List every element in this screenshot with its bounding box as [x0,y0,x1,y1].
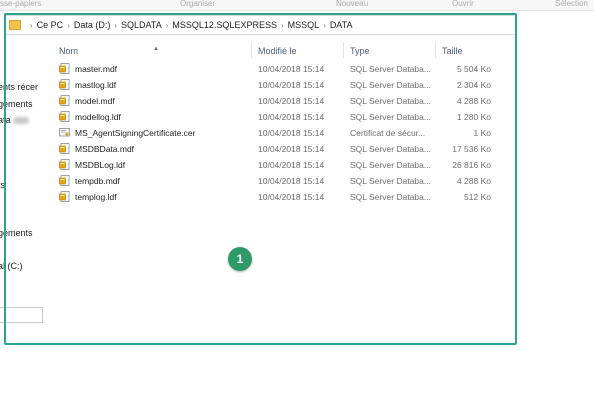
column-header-type[interactable]: Type [350,46,370,56]
file-size: 512 Ko [464,192,491,202]
nav-item-recent[interactable]: ents récer [0,82,38,92]
file-type: SQL Server Databa... [350,112,431,122]
breadcrumb-mssql[interactable]: MSSQL [288,20,320,30]
nav-item-downloads-2[interactable]: gements [0,228,33,238]
column-header-name[interactable]: Nom [59,46,78,56]
nav-item-downloads[interactable]: gements [0,99,33,109]
file-date: 10/04/2018 15:14 [258,160,325,170]
sql-db-file-icon [59,143,70,154]
file-name[interactable]: MSDBData.mdf [75,144,134,154]
sql-db-file-icon [59,63,70,74]
sql-db-file-icon [59,111,70,122]
nav-item-data-label: ata [0,115,11,125]
ribbon-label-clipboard[interactable]: sse-papiers [0,0,41,8]
navigation-pane: ents récer gements ata ts gements al (C:… [0,36,48,336]
breadcrumb-sqldata[interactable]: SQLDATA [121,20,162,30]
ribbon-label-select[interactable]: Sélection [555,0,588,8]
file-row[interactable]: modellog.ldf 10/04/2018 15:14 SQL Server D… [55,108,515,124]
file-date: 10/04/2018 15:14 [258,112,325,122]
file-type: SQL Server Databa... [350,64,431,74]
chevron-right-icon[interactable]: › [323,21,326,30]
file-name[interactable]: modellog.ldf [75,112,121,122]
chevron-right-icon[interactable]: › [281,21,284,30]
file-name[interactable]: templog.ldf [75,192,117,202]
sql-db-file-icon [59,175,70,186]
address-bar[interactable]: › Ce PC › Data (D:) › SQLDATA › MSSQL12.… [4,15,516,35]
column-divider[interactable] [343,42,344,58]
file-date: 10/04/2018 15:14 [258,80,325,90]
sql-db-file-icon [59,95,70,106]
file-name[interactable]: master.mdf [75,64,117,74]
breadcrumb-data[interactable]: DATA [330,20,353,30]
column-header-size[interactable]: Taille [442,46,463,56]
file-size: 4 288 Ko [456,96,491,106]
file-rows: master.mdf 10/04/2018 15:14 SQL Server Dat… [55,60,515,204]
file-type: SQL Server Databa... [350,144,431,154]
column-header-row: ▲ Nom Modifié le Type Taille [55,40,515,60]
file-type: SQL Server Databa... [350,80,431,90]
chevron-right-icon[interactable]: › [114,21,117,30]
ribbon-label-organize[interactable]: Organiser [180,0,215,8]
blurred-text [12,117,29,125]
file-type: SQL Server Databa... [350,160,431,170]
file-row[interactable]: mastlog.ldf 10/04/2018 15:14 SQL Server Da… [55,76,515,92]
sql-db-file-icon [59,79,70,90]
file-size: 1 280 Ko [456,112,491,122]
chevron-right-icon[interactable]: › [30,21,33,30]
file-row[interactable]: master.mdf 10/04/2018 15:14 SQL Server Dat… [55,60,515,76]
file-list: ▲ Nom Modifié le Type Taille master.mdf 1… [55,40,515,204]
file-row[interactable]: MSDBData.mdf 10/04/2018 15:14 SQL Server D… [55,140,515,156]
step-badge: 1 [228,247,252,271]
file-name[interactable]: MS_AgentSigningCertificate.cer [75,128,195,138]
folder-icon [9,20,21,30]
certificate-icon [59,127,70,138]
nav-item-documents[interactable]: ts [0,180,5,190]
file-date: 10/04/2018 15:14 [258,144,325,154]
file-type: Certificat de sécur... [350,128,426,138]
file-size: 4 288 Ko [456,176,491,186]
file-date: 10/04/2018 15:14 [258,96,325,106]
file-name[interactable]: tempdb.mdf [75,176,120,186]
ribbon-label-new[interactable]: Nouveau [336,0,368,8]
file-type: SQL Server Databa... [350,192,431,202]
file-date: 10/04/2018 15:14 [258,192,325,202]
file-name[interactable]: mastlog.ldf [75,80,116,90]
breadcrumb-data-drive[interactable]: Data (D:) [74,20,111,30]
breadcrumb-mssql12[interactable]: MSSQL12.SQLEXPRESS [172,20,277,30]
file-size: 26 816 Ko [452,160,491,170]
file-size: 5 504 Ko [456,64,491,74]
file-row[interactable]: templog.ldf 10/04/2018 15:14 SQL Server Da… [55,188,515,204]
file-size: 17 536 Ko [452,144,491,154]
file-name[interactable]: model.mdf [75,96,115,106]
column-divider[interactable] [251,42,252,58]
nav-item-data[interactable]: ata [0,115,29,125]
file-size: 1 Ko [473,128,492,138]
sort-up-icon: ▲ [153,46,159,52]
file-size: 2 304 Ko [456,80,491,90]
chevron-right-icon[interactable]: › [166,21,169,30]
file-row[interactable]: MSDBLog.ldf 10/04/2018 15:14 SQL Server Da… [55,156,515,172]
file-row[interactable]: MS_AgentSigningCertificate.cer 10/04/2018… [55,124,515,140]
file-row[interactable]: model.mdf 10/04/2018 15:14 SQL Server Data… [55,92,515,108]
sql-db-file-icon [59,159,70,170]
file-type: SQL Server Databa... [350,176,431,186]
nav-item-local-disk-c[interactable]: al (C:) [0,261,23,271]
sql-db-file-icon [59,191,70,202]
file-date: 10/04/2018 15:14 [258,128,325,138]
file-type: SQL Server Databa... [350,96,431,106]
file-date: 10/04/2018 15:14 [258,64,325,74]
column-header-date[interactable]: Modifié le [258,46,297,56]
file-date: 10/04/2018 15:14 [258,176,325,186]
breadcrumb-this-pc[interactable]: Ce PC [37,20,64,30]
file-row[interactable]: tempdb.mdf 10/04/2018 15:14 SQL Server Dat… [55,172,515,188]
file-name[interactable]: MSDBLog.ldf [75,160,125,170]
chevron-right-icon[interactable]: › [67,21,70,30]
ribbon: sse-papiers Organiser Nouveau Ouvrir Sél… [0,0,594,11]
nav-empty-box [0,307,43,323]
ribbon-label-open[interactable]: Ouvrir [452,0,474,8]
column-divider[interactable] [435,42,436,58]
